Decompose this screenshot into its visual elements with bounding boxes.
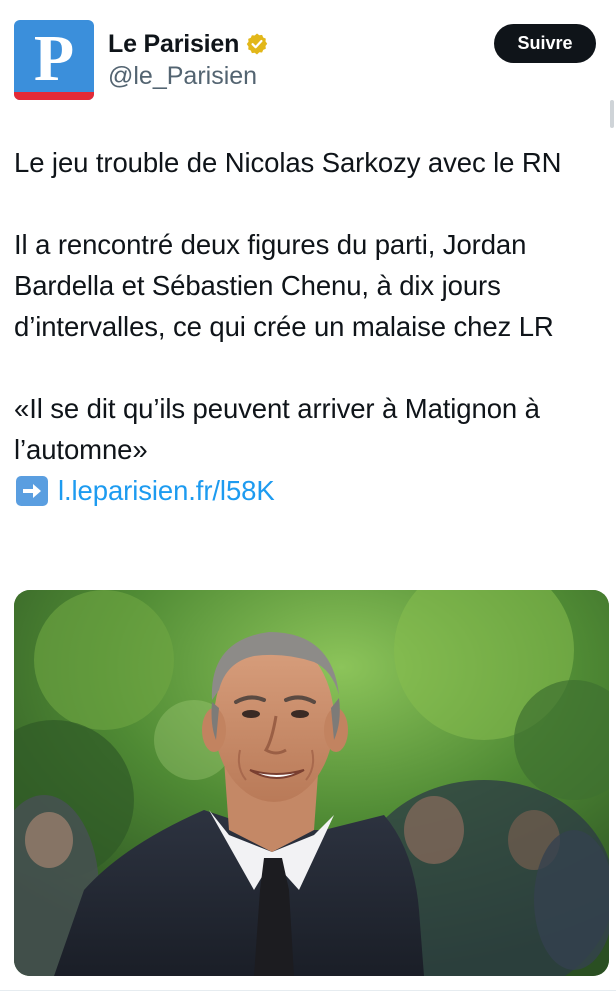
tweet-photo[interactable] bbox=[14, 590, 609, 976]
account-handle[interactable]: @le_Parisien bbox=[108, 62, 257, 91]
tweet-text: Le jeu trouble de Nicolas Sarkozy avec l… bbox=[14, 142, 612, 511]
avatar-stripe bbox=[14, 92, 94, 100]
follow-button[interactable]: Suivre bbox=[494, 24, 596, 63]
avatar-letter: P bbox=[33, 22, 75, 95]
divider bbox=[0, 990, 616, 991]
tweet-quote: «Il se dit qu’ils peuvent arriver à Mati… bbox=[14, 393, 540, 465]
avatar[interactable]: P bbox=[14, 20, 94, 100]
link-line: l.leparisien.fr/l58K bbox=[14, 470, 612, 511]
article-link[interactable]: l.leparisien.fr/l58K bbox=[58, 470, 275, 511]
verified-badge-icon[interactable] bbox=[245, 32, 269, 56]
scrollbar[interactable] bbox=[610, 100, 614, 128]
display-name[interactable]: Le Parisien bbox=[108, 30, 239, 59]
name-row: Le Parisien bbox=[108, 28, 269, 60]
tweet-headline: Le jeu trouble de Nicolas Sarkozy avec l… bbox=[14, 147, 562, 178]
right-arrow-icon bbox=[16, 475, 48, 506]
tweet-paragraph: Il a rencontré deux figures du parti, Jo… bbox=[14, 229, 554, 342]
tweet: P Le Parisien @le_Parisien Suivre Le jeu… bbox=[0, 0, 616, 1000]
